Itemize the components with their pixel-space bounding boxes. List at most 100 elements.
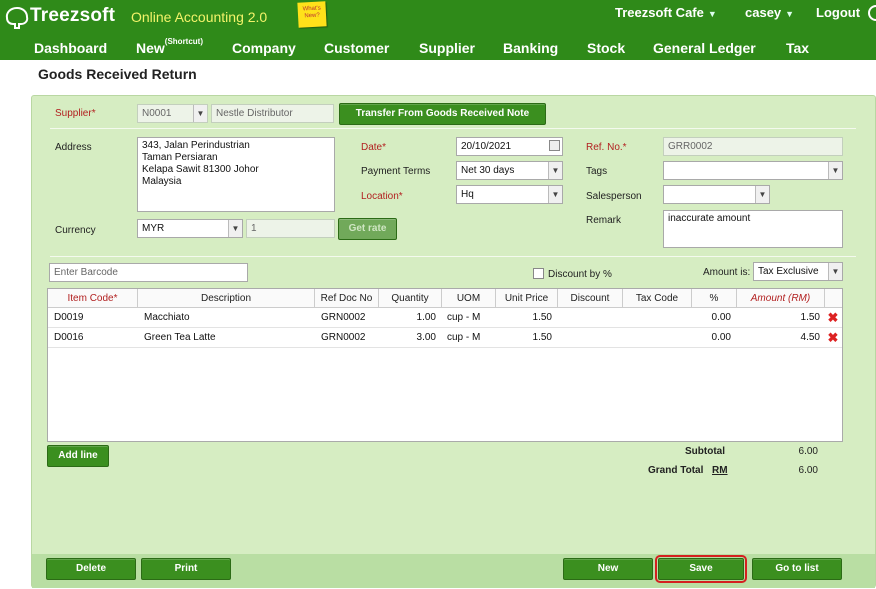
app-logo-text[interactable]: Treezsoft [30,5,115,27]
location-label: Location* [361,191,403,202]
page-title: Goods Received Return [38,66,197,82]
nav-dashboard[interactable]: Dashboard [34,40,107,56]
supplier-code-value: N0001 [142,108,172,119]
col-amount[interactable]: Amount (RM) [737,289,825,308]
amount-is-label: Amount is: [703,267,751,278]
location-value: Hq [461,189,474,200]
address-textarea[interactable]: 343, Jalan Perindustrian Taman Persiaran… [137,137,335,212]
add-line-button[interactable]: Add line [47,445,109,467]
cell-quantity[interactable]: 3.00 [379,328,436,348]
ref-no-field: GRR0002 [663,137,843,156]
help-icon[interactable] [866,4,876,26]
col-ref-doc-no[interactable]: Ref Doc No [315,289,379,308]
cell-description[interactable]: Macchiato [144,308,190,328]
calendar-icon[interactable] [549,140,560,151]
barcode-input[interactable]: Enter Barcode [49,263,248,282]
col-unit-price[interactable]: Unit Price [496,289,558,308]
address-line: Kelapa Sawit 81300 Johor [142,164,259,175]
supplier-name-field: Nestle Distributor [211,104,334,123]
top-bar: Treezsoft Online Accounting 2.0 What's N… [0,0,876,34]
form-panel: Supplier* N0001 ▼ Nestle Distributor Tran… [31,95,876,588]
nav-stock[interactable]: Stock [587,40,625,56]
table-row[interactable]: D0019 Macchiato GRN0002 1.00 cup - M 1.5… [48,308,842,328]
cell-description[interactable]: Green Tea Latte [144,328,216,348]
chevron-down-icon: ▼ [707,9,717,19]
nav-company[interactable]: Company [232,40,296,56]
col-uom[interactable]: UOM [442,289,496,308]
delete-row-icon[interactable]: ✖ [826,328,840,348]
cell-percent[interactable]: 0.00 [692,308,731,328]
supplier-code-select[interactable]: N0001 ▼ [137,104,208,123]
cell-item-code[interactable]: D0019 [54,308,83,328]
amount-is-select[interactable]: Tax Exclusive ▼ [753,262,843,281]
cell-amount[interactable]: 1.50 [737,308,820,328]
delete-button[interactable]: Delete [46,558,136,580]
user-name: casey [745,5,782,20]
nav-supplier[interactable]: Supplier [419,40,475,56]
tags-label: Tags [586,166,608,177]
company-name: Treezsoft Cafe [615,5,704,20]
cell-quantity[interactable]: 1.00 [379,308,436,328]
cell-item-code[interactable]: D0016 [54,328,83,348]
nav-new-label: New [136,40,165,56]
chevron-down-icon: ▼ [828,162,842,179]
save-button[interactable]: Save [655,555,747,583]
remark-textarea[interactable]: inaccurate amount [663,210,843,248]
col-percent[interactable]: % [692,289,737,308]
nav-tax[interactable]: Tax [786,40,809,56]
user-menu[interactable]: casey ▼ [745,5,794,20]
ref-no-label: Ref. No.* [586,142,627,153]
address-line: Malaysia [142,176,182,187]
tags-select[interactable]: ▼ [663,161,843,180]
col-discount[interactable]: Discount [558,289,623,308]
cell-ref-doc[interactable]: GRN0002 [321,328,365,348]
date-input[interactable]: 20/10/2021 [456,137,563,156]
currency-select[interactable]: MYR ▼ [137,219,243,238]
items-table: Item Code* Description Ref Doc No Quanti… [47,288,843,442]
location-select[interactable]: Hq ▼ [456,185,563,204]
cell-discount[interactable] [558,308,618,328]
address-line: Taman Persiaran [142,152,218,163]
cell-uom[interactable]: cup - M [447,308,480,328]
cell-unit-price[interactable]: 1.50 [496,308,552,328]
chevron-down-icon: ▼ [785,9,795,19]
cell-ref-doc[interactable]: GRN0002 [321,308,365,328]
chevron-down-icon: ▼ [828,263,842,280]
nav-new[interactable]: New(Shortcut) [136,37,204,56]
cell-discount[interactable] [558,328,618,348]
col-quantity[interactable]: Quantity [379,289,442,308]
currency-label: Currency [55,225,96,236]
cell-percent[interactable]: 0.00 [692,328,731,348]
payment-terms-value: Net 30 days [461,165,515,176]
chevron-down-icon: ▼ [548,162,562,179]
nav-general-ledger[interactable]: General Ledger [653,40,756,56]
delete-row-icon[interactable]: ✖ [826,308,840,328]
payment-terms-select[interactable]: Net 30 days ▼ [456,161,563,180]
cell-amount[interactable]: 4.50 [737,328,820,348]
transfer-from-grn-button[interactable]: Transfer From Goods Received Note [339,103,546,125]
grand-total-currency: RM [712,465,728,476]
nav-new-shortcut: (Shortcut) [164,37,204,47]
get-rate-button[interactable]: Get rate [338,218,397,240]
whats-new-note[interactable]: What's New? [297,1,327,28]
chevron-down-icon: ▼ [228,220,242,237]
table-header: Item Code* Description Ref Doc No Quanti… [48,289,842,308]
print-button[interactable]: Print [141,558,231,580]
grand-total-value: 6.00 [798,465,818,476]
go-to-list-button[interactable]: Go to list [752,558,842,580]
nav-banking[interactable]: Banking [503,40,558,56]
nav-customer[interactable]: Customer [324,40,389,56]
new-button[interactable]: New [563,558,653,580]
address-label: Address [55,142,92,153]
divider [50,256,856,257]
salesperson-select[interactable]: ▼ [663,185,770,204]
col-tax-code[interactable]: Tax Code [623,289,692,308]
cell-uom[interactable]: cup - M [447,328,480,348]
discount-checkbox[interactable] [533,268,544,279]
company-menu[interactable]: Treezsoft Cafe ▼ [615,5,717,20]
col-description[interactable]: Description [138,289,315,308]
logout-link[interactable]: Logout [816,5,860,20]
col-item-code[interactable]: Item Code* [48,289,138,308]
cell-unit-price[interactable]: 1.50 [496,328,552,348]
table-row[interactable]: D0016 Green Tea Latte GRN0002 3.00 cup -… [48,328,842,348]
